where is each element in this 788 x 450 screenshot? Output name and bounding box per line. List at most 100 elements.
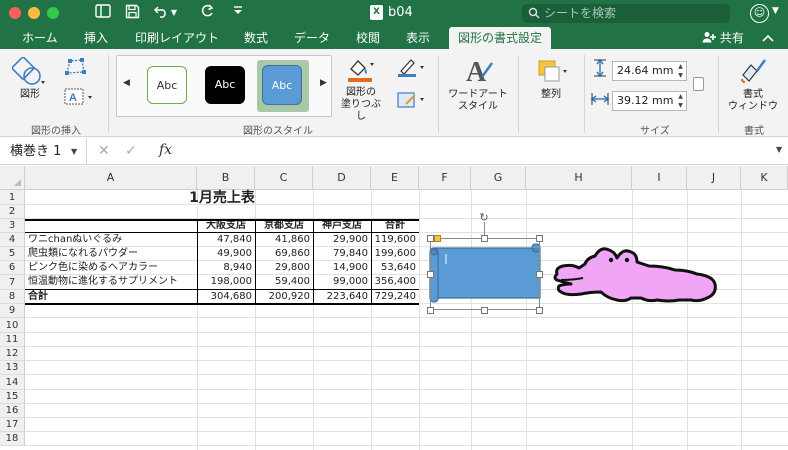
value-cell[interactable]: 69,860 xyxy=(255,247,313,261)
value-cell[interactable]: 99,000 xyxy=(313,275,371,289)
value-cell[interactable]: 53,640 xyxy=(371,261,419,275)
tab-formulas[interactable]: 数式 xyxy=(244,27,268,49)
row-header-2[interactable]: 2 xyxy=(0,205,25,219)
row-header-14[interactable]: 14 xyxy=(0,375,25,390)
value-cell[interactable]: 79,840 xyxy=(313,247,371,261)
insert-function-button[interactable]: fx xyxy=(159,142,172,158)
value-cell[interactable]: 29,800 xyxy=(255,261,313,275)
select-all-corner[interactable] xyxy=(0,166,25,190)
total-value-cell[interactable]: 223,640 xyxy=(313,290,371,304)
product-name-cell[interactable]: 恒温動物に進化するサプリメント xyxy=(25,275,197,289)
header-cell[interactable]: 大阪支店 xyxy=(197,219,255,233)
row-header-18[interactable]: 18 xyxy=(0,432,25,446)
value-cell[interactable]: 47,840 xyxy=(197,233,255,247)
product-name-cell[interactable]: ピンク色に染めるヘアカラー xyxy=(25,261,197,275)
undo-dropdown-icon[interactable]: ▼ xyxy=(169,4,179,22)
sheet-title[interactable]: 1月売上表 xyxy=(25,190,419,206)
column-header-f[interactable]: F xyxy=(419,166,471,190)
share-button[interactable]: 共有 xyxy=(702,27,744,49)
row-header-6[interactable]: 6 xyxy=(0,261,25,275)
column-header-k[interactable]: K xyxy=(741,166,788,190)
minimize-window-button[interactable] xyxy=(28,7,40,19)
column-header-g[interactable]: G xyxy=(471,166,526,190)
style-option-selected-frame[interactable]: Abc xyxy=(257,60,309,112)
lock-aspect-ratio-icon[interactable] xyxy=(693,77,704,91)
header-cell[interactable]: 合計 xyxy=(371,219,419,233)
name-box[interactable]: 横巻き 1 ▼ xyxy=(0,138,87,165)
pink-crocodile-image[interactable] xyxy=(553,240,719,310)
column-header-i[interactable]: I xyxy=(632,166,687,190)
row-header-9[interactable]: 9 xyxy=(0,304,25,318)
rotate-handle-icon[interactable]: ↻ xyxy=(478,212,490,224)
cancel-edit-icon[interactable]: ✕ xyxy=(98,143,110,159)
style-option-outline-green[interactable]: Abc xyxy=(147,66,187,104)
value-cell[interactable]: 199,600 xyxy=(371,247,419,261)
feedback-dropdown-icon[interactable]: ▼ xyxy=(772,6,779,16)
column-header-d[interactable]: D xyxy=(313,166,371,190)
adjust-handle[interactable] xyxy=(434,235,441,242)
arrange-button[interactable]: 整列 xyxy=(526,57,576,101)
shape-effects-button[interactable] xyxy=(394,89,428,115)
shape-height-input[interactable]: 24.64 mm xyxy=(612,61,676,81)
total-value-cell[interactable]: 304,680 xyxy=(197,290,255,304)
total-value-cell[interactable]: 200,920 xyxy=(255,290,313,304)
value-cell[interactable]: 49,900 xyxy=(197,247,255,261)
width-stepper[interactable]: ▲ ▼ xyxy=(675,91,687,111)
resize-handle[interactable] xyxy=(427,307,434,314)
row-header-8[interactable]: 8 xyxy=(0,290,25,304)
sheet-search-input[interactable]: シートを検索 xyxy=(522,4,730,23)
tab-view[interactable]: 表示 xyxy=(406,27,430,49)
row-header-16[interactable]: 16 xyxy=(0,404,25,418)
row-header-15[interactable]: 15 xyxy=(0,390,25,404)
shape-fill-button[interactable]: 図形の 塗りつぶし xyxy=(336,55,386,123)
resize-handle[interactable] xyxy=(536,307,543,314)
gallery-next-icon[interactable]: ▶ xyxy=(320,78,327,88)
value-cell[interactable]: 41,860 xyxy=(255,233,313,247)
formula-input[interactable] xyxy=(182,138,772,165)
shape-styles-gallery[interactable]: ◀ Abc Abc Abc ▶ xyxy=(116,55,332,117)
format-pane-button[interactable]: 書式 ウィンドウ xyxy=(724,55,782,113)
shape-width-input[interactable]: 39.12 mm xyxy=(612,91,676,111)
value-cell[interactable]: 29,900 xyxy=(313,233,371,247)
row-header-1[interactable]: 1 xyxy=(0,190,25,205)
row-header-13[interactable]: 13 xyxy=(0,361,25,375)
maximize-window-button[interactable] xyxy=(47,7,59,19)
product-name-cell[interactable]: 爬虫類になれるパウダー xyxy=(25,247,197,261)
value-cell[interactable]: 8,940 xyxy=(197,261,255,275)
value-cell[interactable]: 356,400 xyxy=(371,275,419,289)
tab-insert[interactable]: 挿入 xyxy=(84,27,108,49)
row-header-4[interactable]: 4 xyxy=(0,233,25,247)
tab-review[interactable]: 校閲 xyxy=(356,27,380,49)
resize-handle[interactable] xyxy=(427,235,434,242)
name-box-dropdown-icon[interactable]: ▼ xyxy=(71,138,77,165)
gallery-prev-icon[interactable]: ◀ xyxy=(123,78,130,88)
column-header-j[interactable]: J xyxy=(687,166,741,190)
confirm-edit-icon[interactable]: ✓ xyxy=(125,143,137,159)
value-cell[interactable]: 119,600 xyxy=(371,233,419,247)
column-header-b[interactable]: B xyxy=(197,166,255,190)
height-stepper[interactable]: ▲ ▼ xyxy=(675,61,687,81)
resize-handle[interactable] xyxy=(536,271,543,278)
tab-home[interactable]: ホーム xyxy=(22,27,58,49)
value-cell[interactable]: 198,000 xyxy=(197,275,255,289)
collapse-ribbon-icon[interactable] xyxy=(762,27,774,49)
row-header-5[interactable]: 5 xyxy=(0,247,25,261)
row-header-12[interactable]: 12 xyxy=(0,347,25,361)
row-header-10[interactable]: 10 xyxy=(0,318,25,333)
shapes-button[interactable]: 図形 xyxy=(8,57,52,101)
customize-toolbar-icon[interactable] xyxy=(228,4,248,22)
resize-handle[interactable] xyxy=(536,235,543,242)
header-cell[interactable]: 神戸支店 xyxy=(313,219,371,233)
row-header-3[interactable]: 3 xyxy=(0,219,25,233)
save-icon[interactable] xyxy=(122,4,142,22)
feedback-smiley-icon[interactable]: ☺ xyxy=(750,4,769,23)
row-header-11[interactable]: 11 xyxy=(0,333,25,347)
column-header-c[interactable]: C xyxy=(255,166,313,190)
sidebar-toggle-icon[interactable] xyxy=(93,4,113,22)
spreadsheet-grid[interactable]: A B C D E F G H I J K 1 2 3 4 5 6 7 8 9 … xyxy=(0,166,788,450)
row-header-17[interactable]: 17 xyxy=(0,418,25,432)
close-window-button[interactable] xyxy=(9,7,21,19)
row-header-7[interactable]: 7 xyxy=(0,275,25,290)
shape-outline-button[interactable] xyxy=(394,57,428,83)
column-header-h[interactable]: H xyxy=(526,166,632,190)
